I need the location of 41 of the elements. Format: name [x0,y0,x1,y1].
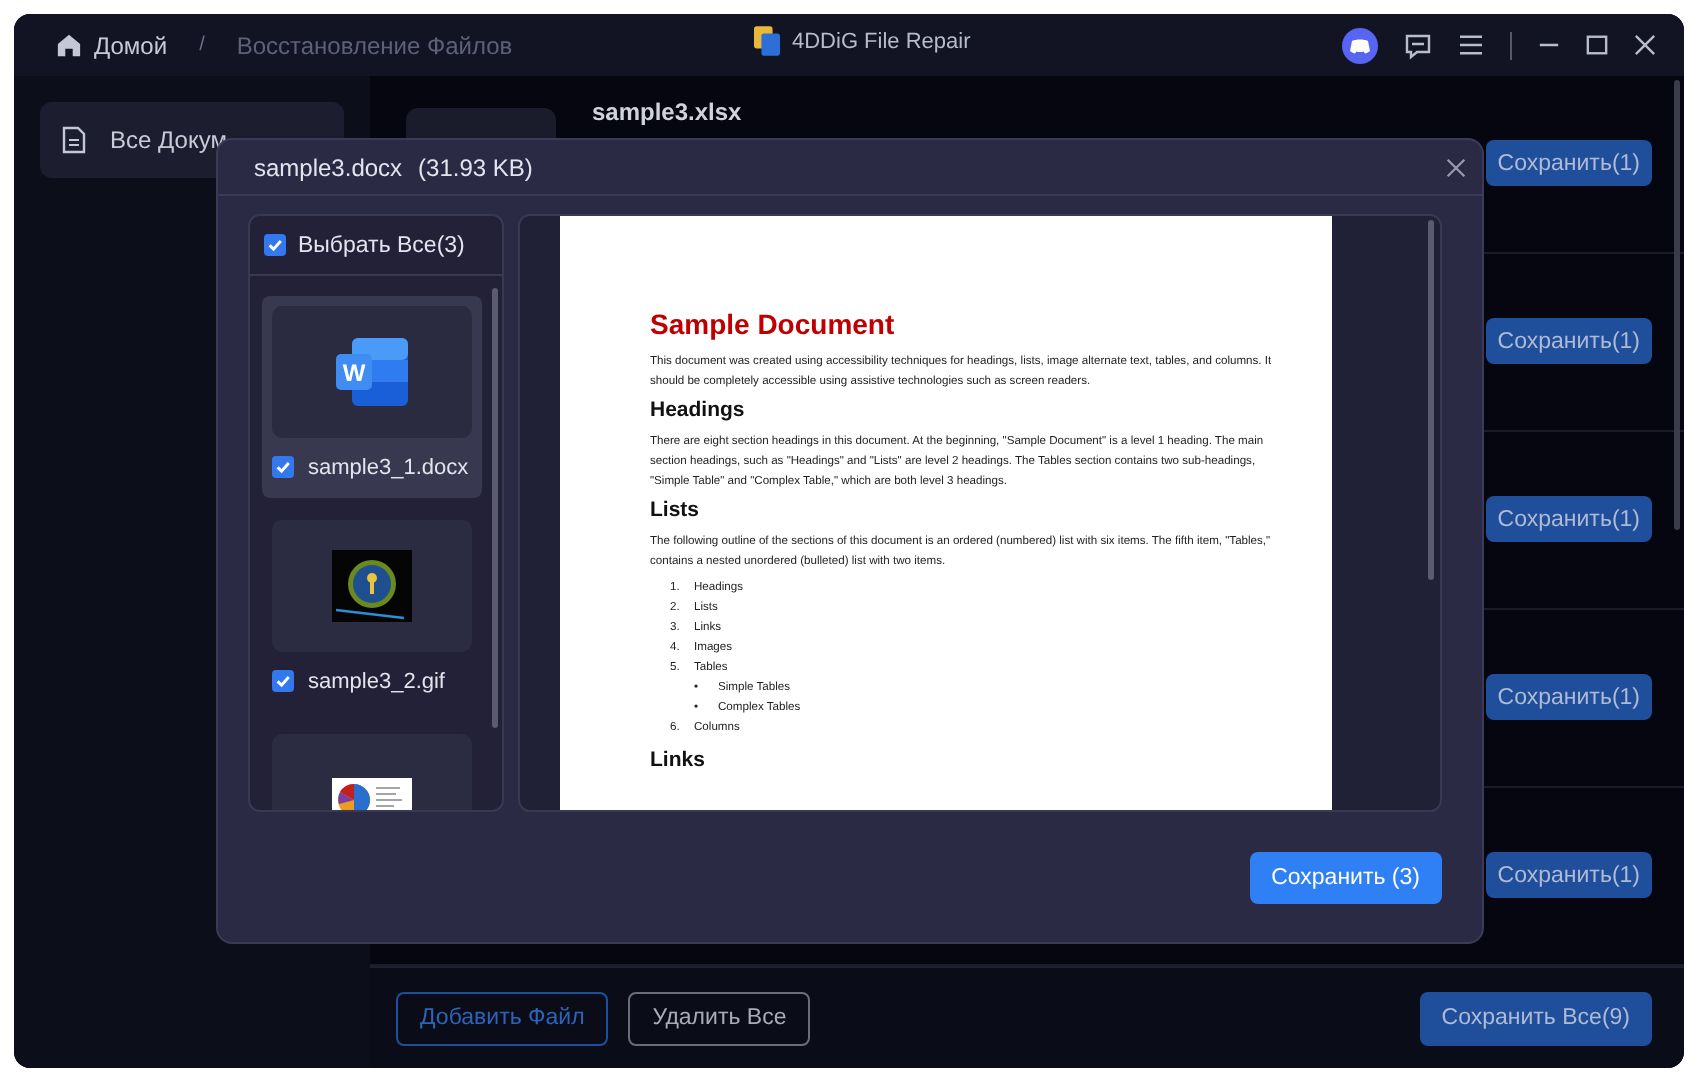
breadcrumb-current: Восстановление Файлов [236,31,513,59]
select-all-checkbox[interactable] [264,234,286,256]
breadcrumb-separator: / [199,34,205,56]
chart-image [332,778,412,810]
file-checkbox[interactable] [272,456,294,478]
file-name: sample3_2.gif [308,669,445,693]
file-size: (31.93 KB) [418,153,533,181]
menu-icon[interactable] [1458,34,1484,56]
scrollbar[interactable] [1428,220,1434,580]
document-icon [62,126,86,154]
save-button[interactable]: Сохранить (3) [1249,851,1442,903]
close-icon[interactable] [1634,34,1656,56]
feedback-icon[interactable] [1404,31,1432,59]
document-title: Sample Document [650,308,897,340]
save-button[interactable]: Сохранить(1) [1485,140,1652,186]
select-all-label: Выбрать Все(3) [298,233,465,257]
scrollbar[interactable] [1674,80,1680,530]
delete-all-button[interactable]: Удалить Все [628,991,811,1045]
save-button[interactable]: Сохранить(1) [1485,318,1652,364]
file-item[interactable]: W sample3_1.docx [262,296,482,498]
save-button[interactable]: Сохранить(1) [1485,496,1652,542]
file-name: sample3_1.docx [308,455,469,479]
file-checkbox[interactable] [272,670,294,692]
home-link[interactable]: Домой [94,31,168,59]
save-button[interactable]: Сохранить(1) [1485,674,1652,720]
section-heading: Headings [650,398,747,422]
app-name: 4DDiG File Repair [792,29,971,53]
section-heading: Lists [650,498,702,522]
file-name: sample3.xlsx [592,98,742,126]
maximize-icon[interactable] [1586,34,1608,56]
home-icon[interactable] [56,32,82,58]
scrollbar[interactable] [492,288,498,728]
globe-image [332,550,412,622]
controller-icon[interactable] [1342,27,1378,63]
add-file-button[interactable]: Добавить Файл [396,991,609,1045]
section-heading: Links [650,748,707,772]
file-item[interactable]: sample3_2.gif [262,510,482,712]
close-icon[interactable] [1446,157,1466,177]
save-all-button[interactable]: Сохранить Все(9) [1419,991,1652,1045]
save-button[interactable]: Сохранить(1) [1485,852,1652,898]
logo-icon [754,26,780,56]
